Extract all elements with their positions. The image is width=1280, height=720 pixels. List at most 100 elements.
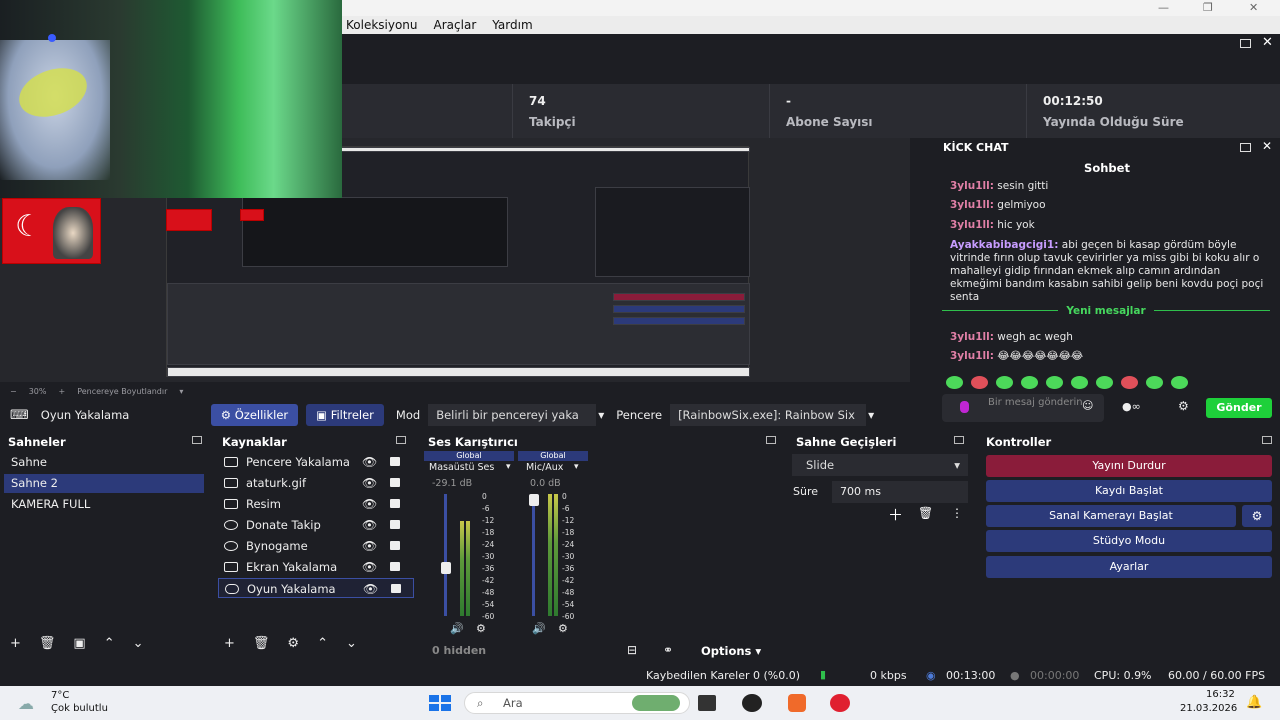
dock-float-icon[interactable] [1240,143,1251,152]
chevron-down-icon[interactable]: ▾ [506,462,511,472]
cloud-icon[interactable]: ☁ [18,694,34,713]
scene-item[interactable]: Sahne [4,453,204,472]
zoom-out-button[interactable]: − [10,387,17,396]
users-icon[interactable]: ●∞ [1122,400,1141,413]
emote-icon[interactable] [1171,376,1188,389]
widget-image[interactable] [632,695,680,711]
browser-icon[interactable] [830,694,850,712]
close-icon[interactable]: ✕ [1262,139,1272,153]
source-item[interactable]: Bynogame 👁 [218,536,414,556]
stop-stream-button[interactable]: Yayını Durdur [986,455,1272,477]
restore-button[interactable]: ❐ [1203,1,1213,14]
settings-button[interactable]: Ayarlar [986,556,1272,578]
dock-float-icon[interactable] [766,436,776,444]
trash-icon[interactable]: 🗑 [253,636,270,651]
app-icon[interactable] [788,694,806,712]
filters-button[interactable]: ▣ Filtreler [306,404,384,426]
source-item[interactable]: Ekran Yakalama 👁 [218,557,414,577]
dock-close-icon[interactable]: ✕ [1262,35,1273,50]
menu-tools[interactable]: Araçlar [434,18,477,32]
gear-icon[interactable]: ⚙ [287,636,299,651]
zoom-in-button[interactable]: + [58,387,65,396]
move-up-icon[interactable]: ⌃ [317,636,328,651]
chevron-down-icon[interactable]: ▾ [598,408,604,422]
fit-to-window[interactable]: Pencereye Boyutlandır [77,387,167,396]
move-down-icon[interactable]: ⌄ [346,636,357,651]
close-window-button[interactable]: ✕ [1249,1,1258,14]
fader-knob[interactable] [441,562,451,574]
speaker-icon[interactable]: 🔊 [450,622,464,635]
volume-fader[interactable] [532,494,535,616]
scene-transitions-dock: Sahne Geçişleri Slide ▾ Süre 700 ms ＋ 🗑 ⋮ [788,432,972,660]
add-scene-button[interactable]: + [10,636,21,651]
dock-float-icon[interactable] [954,436,964,444]
move-up-icon[interactable]: ⌃ [104,636,115,651]
mixer-options-button[interactable]: Options ▾ [701,644,761,658]
weather-temp[interactable]: 7°C [51,690,69,701]
mixer-layout-icon[interactable]: ⊟ [627,643,637,657]
emote-icon[interactable] [1046,376,1063,389]
clock-time[interactable]: 16:32 [1206,689,1235,700]
send-button[interactable]: Gönder [1206,398,1272,418]
transition-select[interactable]: Slide ▾ [792,454,968,476]
audio-settings-icon[interactable]: ⚙ [558,622,568,635]
clock-date[interactable]: 21.03.2026 [1180,703,1237,714]
properties-button[interactable]: ⚙ Özellikler [210,404,299,426]
speaker-icon[interactable]: 🔊 [532,622,546,635]
move-down-icon[interactable]: ⌄ [133,636,144,651]
emote-icon[interactable] [996,376,1013,389]
source-item[interactable]: Donate Takip 👁 [218,515,414,535]
notification-icon[interactable]: 🔔 [1246,695,1262,710]
emoji-icon[interactable]: ☺ [1082,400,1093,411]
source-item[interactable]: Resim 👁 [218,494,414,514]
add-transition-button[interactable]: ＋ [888,504,903,525]
source-item[interactable]: ataturk.gif 👁 [218,473,414,493]
mode-select[interactable]: Belirli bir pencereyi yaka [428,404,597,426]
scene-filters-icon[interactable]: ▣ [73,636,85,651]
emote-icon[interactable] [1146,376,1163,389]
audio-settings-icon[interactable]: ⚙ [476,622,486,635]
studio-mode-button[interactable]: Stüdyo Modu [986,530,1272,552]
trash-icon[interactable]: 🗑 [39,636,56,651]
emote-icon[interactable] [1121,376,1138,389]
emote-icon[interactable] [946,376,963,389]
menu-collection[interactable]: Koleksiyonu [346,18,418,32]
chevron-down-icon[interactable]: ▾ [574,462,579,472]
chat-message: 3ylu1ll: gelmiyoo [950,199,1046,211]
minimize-button[interactable]: — [1158,1,1169,14]
followers-stat: 74 Takipçi [512,84,770,138]
add-source-button[interactable]: + [224,636,235,651]
gear-icon[interactable]: ⚙ [1178,399,1189,413]
chevron-down-icon[interactable]: ▾ [868,408,874,422]
emote-icon[interactable] [971,376,988,389]
scene-item-selected[interactable]: Sahne 2 [4,474,204,493]
gear-icon[interactable]: ⚙ [1242,505,1272,527]
emote-icon[interactable] [1096,376,1113,389]
windows-start-icon[interactable] [429,695,451,711]
weather-desc[interactable]: Çok bulutlu [51,703,108,714]
obs-app-icon[interactable] [742,694,762,712]
dock-float-icon[interactable] [192,436,202,444]
link-icon[interactable]: ⚭ [663,643,673,657]
duration-input[interactable]: 700 ms [832,481,968,503]
emote-icon[interactable] [1071,376,1088,389]
fader-knob[interactable] [529,494,539,506]
source-item[interactable]: Pencere Yakalama 👁 [218,452,414,472]
dock-float-icon[interactable] [1262,436,1272,444]
trash-icon[interactable]: 🗑 [918,506,933,520]
source-item-selected[interactable]: Oyun Yakalama 👁 [218,578,414,598]
emote-icon[interactable] [1021,376,1038,389]
start-recording-button[interactable]: Kaydı Başlat [986,480,1272,502]
more-options-icon[interactable]: ⋮ [951,506,963,520]
file-explorer-icon[interactable] [698,695,716,711]
start-virtual-camera-button[interactable]: Sanal Kamerayı Başlat [986,505,1236,527]
scene-item[interactable]: KAMERA FULL [4,495,204,514]
chevron-down-icon[interactable]: ▾ [179,387,183,396]
window-select[interactable]: [RainbowSix.exe]: Rainbow Six [670,404,867,426]
menu-help[interactable]: Yardım [492,18,532,32]
chat-message-input[interactable]: Bir mesaj gönderin ☺ [942,394,1104,422]
dock-float-icon[interactable] [396,436,406,444]
mic-icon[interactable] [960,401,969,413]
volume-fader[interactable] [444,494,447,616]
dock-float-icon[interactable] [1240,39,1251,48]
